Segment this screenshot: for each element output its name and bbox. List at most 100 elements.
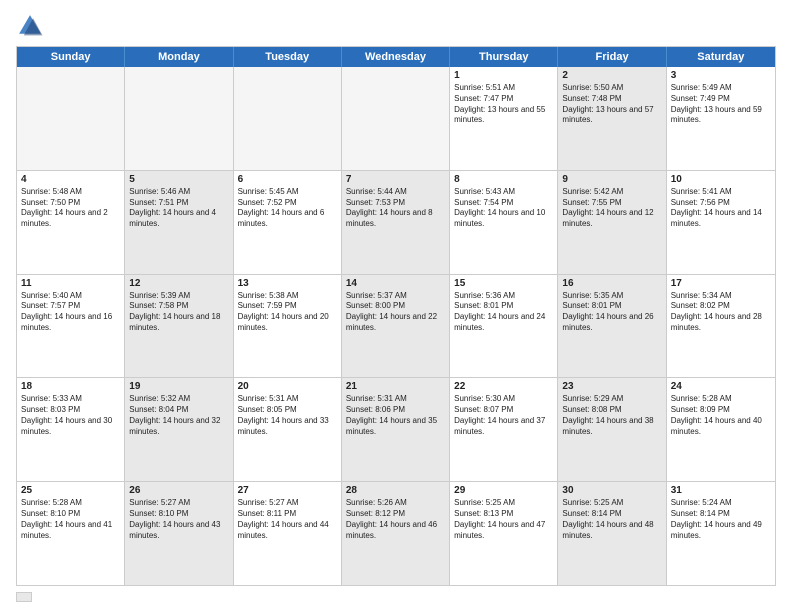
calendar: SundayMondayTuesdayWednesdayThursdayFrid… [16,46,776,586]
day-number: 4 [21,174,120,185]
cell-info: Sunrise: 5:33 AM Sunset: 8:03 PM Dayligh… [21,394,120,437]
cell-info: Sunrise: 5:27 AM Sunset: 8:11 PM Dayligh… [238,498,337,541]
calendar-row-1: 4 Sunrise: 5:48 AM Sunset: 7:50 PM Daylig… [17,170,775,274]
day-number: 8 [454,174,553,185]
calendar-header: SundayMondayTuesdayWednesdayThursdayFrid… [17,47,775,67]
calendar-row-2: 11 Sunrise: 5:40 AM Sunset: 7:57 PM Dayli… [17,274,775,378]
calendar-cell-empty-0-1 [125,67,233,170]
calendar-cell-3: 3 Sunrise: 5:49 AM Sunset: 7:49 PM Daylig… [667,67,775,170]
calendar-cell-16: 16 Sunrise: 5:35 AM Sunset: 8:01 PM Dayli… [558,275,666,378]
cell-info: Sunrise: 5:44 AM Sunset: 7:53 PM Dayligh… [346,187,445,230]
day-number: 16 [562,278,661,289]
day-number: 11 [21,278,120,289]
calendar-cell-24: 24Sunrise: 5:28 AM Sunset: 8:09 PM Dayli… [667,378,775,481]
day-number: 31 [671,485,771,496]
calendar-cell-empty-0-3 [342,67,450,170]
calendar-row-0: 1Sunrise: 5:51 AM Sunset: 7:47 PM Daylig… [17,67,775,170]
calendar-row-3: 18Sunrise: 5:33 AM Sunset: 8:03 PM Dayli… [17,377,775,481]
page: SundayMondayTuesdayWednesdayThursdayFrid… [0,0,792,612]
cell-info: Sunrise: 5:25 AM Sunset: 8:13 PM Dayligh… [454,498,553,541]
cell-info: Sunrise: 5:41 AM Sunset: 7:56 PM Dayligh… [671,187,771,230]
calendar-cell-30: 30 Sunrise: 5:25 AM Sunset: 8:14 PM Dayli… [558,482,666,585]
day-number: 24 [671,381,771,392]
calendar-cell-5: 5 Sunrise: 5:46 AM Sunset: 7:51 PM Daylig… [125,171,233,274]
calendar-cell-7: 7 Sunrise: 5:44 AM Sunset: 7:53 PM Daylig… [342,171,450,274]
cell-info: Sunrise: 5:49 AM Sunset: 7:49 PM Dayligh… [671,83,771,126]
calendar-cell-15: 15Sunrise: 5:36 AM Sunset: 8:01 PM Dayli… [450,275,558,378]
day-number: 1 [454,70,553,81]
cell-info: Sunrise: 5:38 AM Sunset: 7:59 PM Dayligh… [238,291,337,334]
calendar-cell-19: 19 Sunrise: 5:32 AM Sunset: 8:04 PM Dayli… [125,378,233,481]
calendar-cell-18: 18Sunrise: 5:33 AM Sunset: 8:03 PM Dayli… [17,378,125,481]
calendar-cell-8: 8 Sunrise: 5:43 AM Sunset: 7:54 PM Daylig… [450,171,558,274]
day-number: 28 [346,485,445,496]
day-number: 14 [346,278,445,289]
day-number: 23 [562,381,661,392]
calendar-cell-empty-0-2 [234,67,342,170]
cell-info: Sunrise: 5:34 AM Sunset: 8:02 PM Dayligh… [671,291,771,334]
day-number: 22 [454,381,553,392]
day-number: 19 [129,381,228,392]
day-number: 3 [671,70,771,81]
cell-info: Sunrise: 5:35 AM Sunset: 8:01 PM Dayligh… [562,291,661,334]
cell-info: Sunrise: 5:43 AM Sunset: 7:54 PM Dayligh… [454,187,553,230]
day-number: 15 [454,278,553,289]
calendar-cell-23: 23 Sunrise: 5:29 AM Sunset: 8:08 PM Dayli… [558,378,666,481]
cell-info: Sunrise: 5:40 AM Sunset: 7:57 PM Dayligh… [21,291,120,334]
calendar-cell-17: 17Sunrise: 5:34 AM Sunset: 8:02 PM Dayli… [667,275,775,378]
day-number: 12 [129,278,228,289]
day-number: 20 [238,381,337,392]
day-number: 13 [238,278,337,289]
day-number: 10 [671,174,771,185]
calendar-cell-26: 26 Sunrise: 5:27 AM Sunset: 8:10 PM Dayli… [125,482,233,585]
calendar-cell-1: 1Sunrise: 5:51 AM Sunset: 7:47 PM Daylig… [450,67,558,170]
cell-info: Sunrise: 5:31 AM Sunset: 8:06 PM Dayligh… [346,394,445,437]
weekday-header-sunday: Sunday [17,47,125,67]
footer [16,592,776,602]
header [16,12,776,40]
weekday-header-monday: Monday [125,47,233,67]
cell-info: Sunrise: 5:39 AM Sunset: 7:58 PM Dayligh… [129,291,228,334]
cell-info: Sunrise: 5:29 AM Sunset: 8:08 PM Dayligh… [562,394,661,437]
day-number: 30 [562,485,661,496]
day-number: 21 [346,381,445,392]
cell-info: Sunrise: 5:50 AM Sunset: 7:48 PM Dayligh… [562,83,661,126]
calendar-cell-4: 4 Sunrise: 5:48 AM Sunset: 7:50 PM Daylig… [17,171,125,274]
cell-info: Sunrise: 5:30 AM Sunset: 8:07 PM Dayligh… [454,394,553,437]
logo [16,12,46,40]
cell-info: Sunrise: 5:24 AM Sunset: 8:14 PM Dayligh… [671,498,771,541]
calendar-cell-12: 12 Sunrise: 5:39 AM Sunset: 7:58 PM Dayli… [125,275,233,378]
calendar-cell-2: 2Sunrise: 5:50 AM Sunset: 7:48 PM Daylig… [558,67,666,170]
calendar-cell-14: 14 Sunrise: 5:37 AM Sunset: 8:00 PM Dayli… [342,275,450,378]
cell-info: Sunrise: 5:25 AM Sunset: 8:14 PM Dayligh… [562,498,661,541]
calendar-cell-25: 25Sunrise: 5:28 AM Sunset: 8:10 PM Dayli… [17,482,125,585]
day-number: 6 [238,174,337,185]
calendar-cell-29: 29 Sunrise: 5:25 AM Sunset: 8:13 PM Dayli… [450,482,558,585]
cell-info: Sunrise: 5:37 AM Sunset: 8:00 PM Dayligh… [346,291,445,334]
logo-icon [16,12,44,40]
cell-info: Sunrise: 5:48 AM Sunset: 7:50 PM Dayligh… [21,187,120,230]
weekday-header-wednesday: Wednesday [342,47,450,67]
calendar-cell-21: 21 Sunrise: 5:31 AM Sunset: 8:06 PM Dayli… [342,378,450,481]
cell-info: Sunrise: 5:45 AM Sunset: 7:52 PM Dayligh… [238,187,337,230]
calendar-cell-28: 28Sunrise: 5:26 AM Sunset: 8:12 PM Dayli… [342,482,450,585]
calendar-cell-9: 9Sunrise: 5:42 AM Sunset: 7:55 PM Daylig… [558,171,666,274]
calendar-cell-11: 11 Sunrise: 5:40 AM Sunset: 7:57 PM Dayli… [17,275,125,378]
day-number: 5 [129,174,228,185]
day-number: 26 [129,485,228,496]
day-number: 9 [562,174,661,185]
cell-info: Sunrise: 5:31 AM Sunset: 8:05 PM Dayligh… [238,394,337,437]
calendar-row-4: 25Sunrise: 5:28 AM Sunset: 8:10 PM Dayli… [17,481,775,585]
cell-info: Sunrise: 5:27 AM Sunset: 8:10 PM Dayligh… [129,498,228,541]
cell-info: Sunrise: 5:46 AM Sunset: 7:51 PM Dayligh… [129,187,228,230]
weekday-header-thursday: Thursday [450,47,558,67]
day-number: 29 [454,485,553,496]
calendar-cell-31: 31 Sunrise: 5:24 AM Sunset: 8:14 PM Dayli… [667,482,775,585]
day-number: 25 [21,485,120,496]
day-number: 7 [346,174,445,185]
day-number: 27 [238,485,337,496]
legend-box [16,592,32,602]
weekday-header-friday: Friday [558,47,666,67]
cell-info: Sunrise: 5:32 AM Sunset: 8:04 PM Dayligh… [129,394,228,437]
weekday-header-saturday: Saturday [667,47,775,67]
